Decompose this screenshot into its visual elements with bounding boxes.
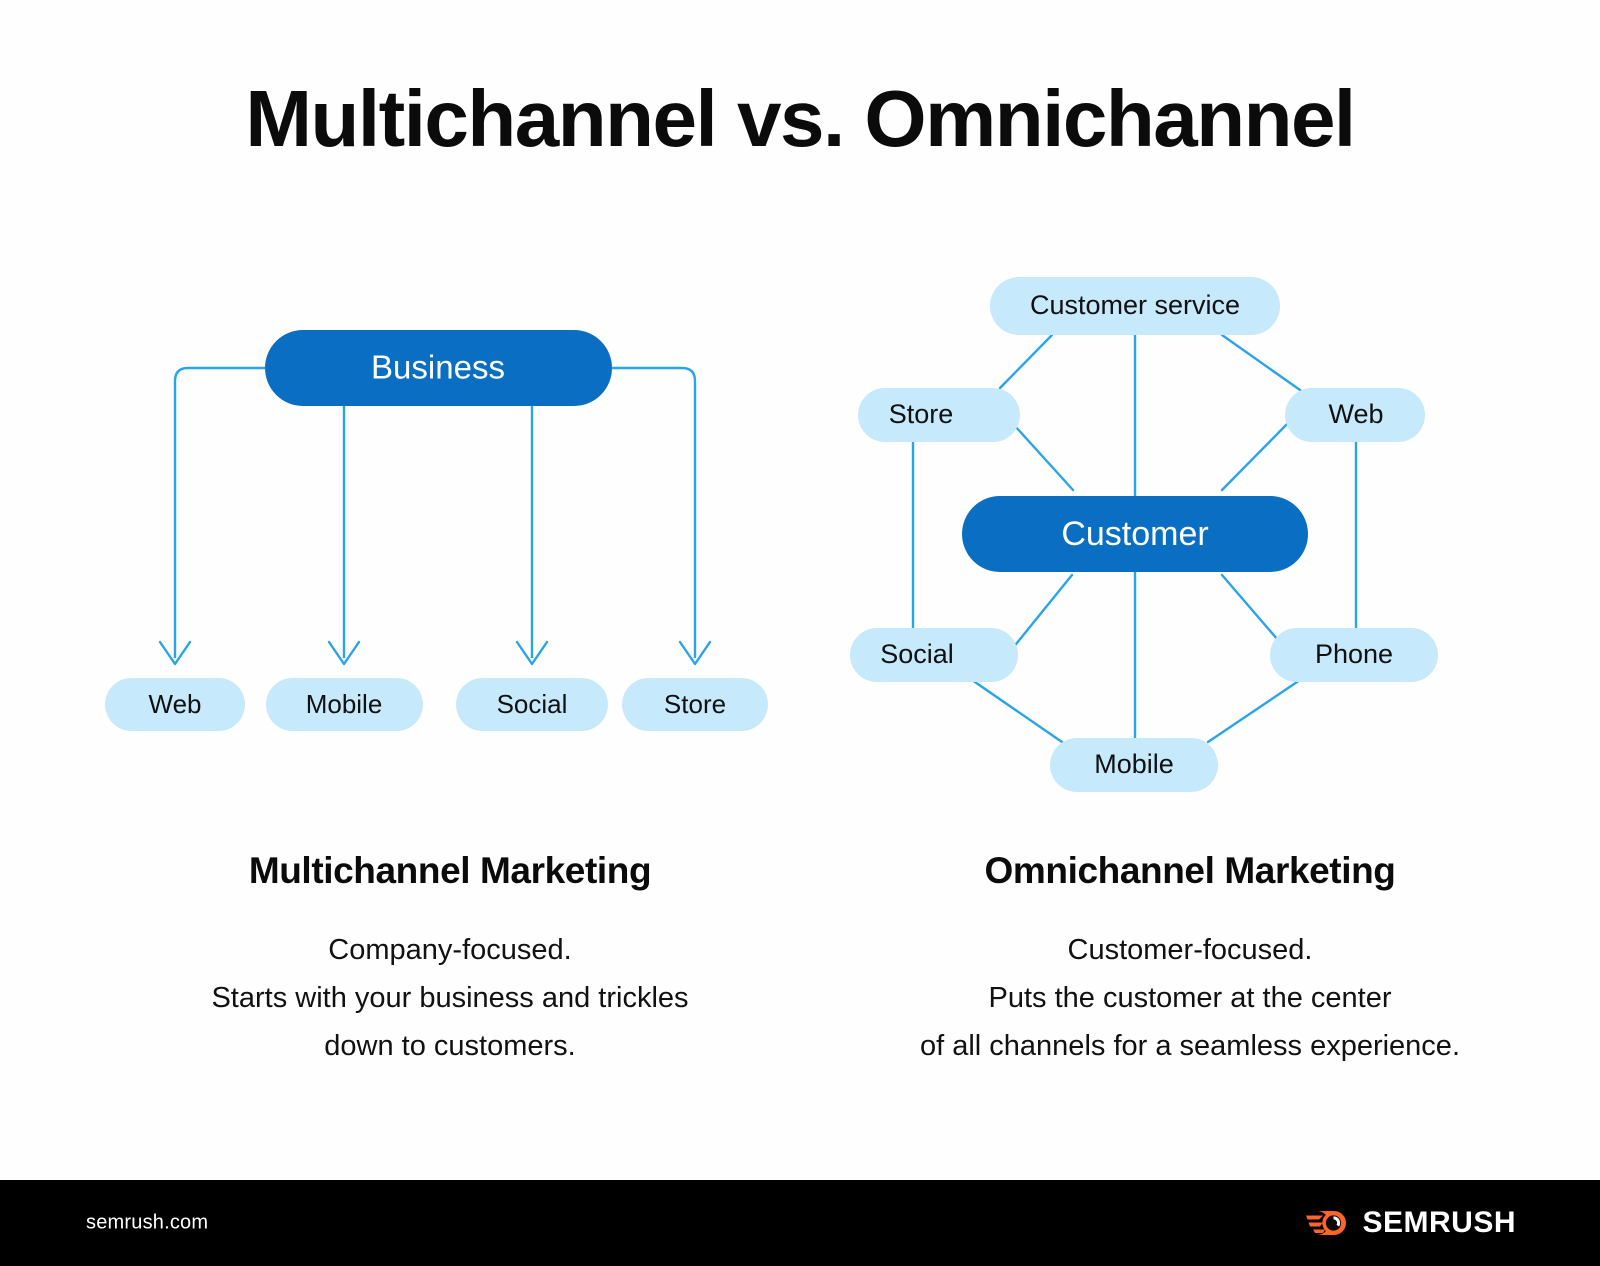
infographic-canvas: Multichannel vs. Omnichannel Business We… — [0, 0, 1600, 1266]
node-oc-customer-service[interactable]: Customer service — [990, 277, 1280, 335]
diagrams-svg: Business Web Mobile Social Store Custome… — [105, 277, 1438, 792]
multichannel-diagram: Business Web Mobile Social Store — [105, 330, 768, 731]
node-oc-social-label: Social — [880, 639, 954, 669]
footer-website-url[interactable]: semrush.com — [86, 1212, 208, 1235]
node-mc-social[interactable]: Social — [456, 678, 608, 731]
diagram-area: Business Web Mobile Social Store Custome… — [0, 240, 1600, 820]
multichannel-description: Company-focused. Starts with your busine… — [60, 926, 840, 1070]
spoke-social-customer — [1006, 573, 1074, 656]
multichannel-connectors — [173, 366, 697, 658]
omnichannel-desc-line-1: Customer-focused. — [1067, 934, 1313, 966]
omnichannel-diagram: Customer service Store Web Customer Soci… — [850, 277, 1438, 792]
multichannel-arrowheads — [158, 640, 712, 666]
node-mc-mobile[interactable]: Mobile — [266, 678, 423, 731]
page-title: Multichannel vs. Omnichannel — [245, 74, 1356, 163]
node-oc-customer[interactable]: Customer — [962, 496, 1308, 572]
connector-to-store — [612, 366, 697, 658]
edge-cs-web — [1220, 333, 1302, 392]
omnichannel-heading: Omnichannel Marketing — [984, 850, 1396, 891]
node-oc-web[interactable]: Web — [1285, 388, 1425, 442]
edge-phone-mobile — [1206, 678, 1302, 744]
node-mc-store-label: Store — [664, 689, 726, 719]
connector-to-web — [173, 366, 265, 658]
omnichannel-desc-line-2: Puts the customer at the center — [988, 982, 1392, 1015]
node-oc-social[interactable]: Social — [850, 628, 1018, 682]
node-oc-customer-service-label: Customer service — [1030, 290, 1240, 320]
omnichannel-description: Customer-focused. Puts the customer at t… — [800, 926, 1580, 1070]
multichannel-desc-line-1: Company-focused. — [328, 934, 572, 966]
node-oc-store[interactable]: Store — [858, 388, 1020, 442]
omnichannel-desc-line-3: of all channels for a seamless experienc… — [919, 1030, 1460, 1063]
node-mc-social-label: Social — [497, 689, 568, 719]
node-oc-web-label: Web — [1328, 399, 1383, 429]
omnichannel-caption: Omnichannel Marketing Customer-focused. … — [800, 850, 1580, 1070]
node-oc-phone-label: Phone — [1315, 639, 1393, 669]
node-mc-web-label: Web — [149, 689, 202, 719]
node-oc-store-label: Store — [889, 399, 954, 429]
edge-social-mobile — [970, 678, 1064, 744]
node-business-label: Business — [371, 349, 505, 386]
node-mc-mobile-label: Mobile — [306, 689, 383, 719]
node-business[interactable]: Business — [265, 330, 612, 406]
multichannel-desc-line-3: down to customers. — [324, 1030, 576, 1063]
node-oc-mobile[interactable]: Mobile — [1050, 738, 1218, 792]
footer-bar: semrush.com SEMRUSH — [0, 1180, 1600, 1266]
semrush-wordmark: SEMRUSH — [1362, 1206, 1516, 1239]
node-oc-customer-label: Customer — [1061, 515, 1208, 553]
node-oc-phone[interactable]: Phone — [1270, 628, 1438, 682]
node-oc-mobile-label: Mobile — [1094, 749, 1174, 779]
spoke-web-customer — [1220, 413, 1298, 492]
edge-cs-store — [998, 333, 1054, 390]
multichannel-caption: Multichannel Marketing Company-focused. … — [60, 850, 840, 1070]
semrush-comet-icon — [1306, 1211, 1347, 1235]
node-mc-web[interactable]: Web — [105, 678, 245, 731]
multichannel-heading: Multichannel Marketing — [248, 850, 652, 891]
node-mc-store[interactable]: Store — [622, 678, 768, 731]
semrush-logo[interactable]: SEMRUSH — [1306, 1206, 1516, 1240]
multichannel-desc-line-2: Starts with your business and trickles — [211, 982, 689, 1015]
